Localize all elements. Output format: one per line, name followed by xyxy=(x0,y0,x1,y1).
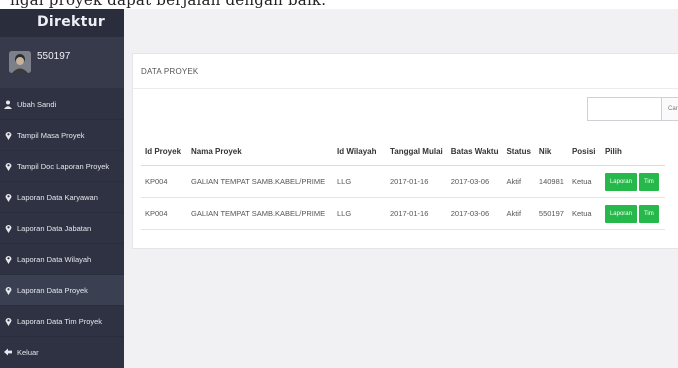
cell-nama-proyek: GALIAN TEMPAT SAMB.KABEL/PRIME xyxy=(187,165,333,198)
sidebar-brand: Direktur xyxy=(0,9,124,38)
back-arrow-icon xyxy=(4,347,12,357)
cell-id-wilayah: LLG xyxy=(333,165,386,198)
sidebar-item-label: Tampil Doc Laporan Proyek xyxy=(17,161,110,171)
sidebar-item-laporan-data-jabatan[interactable]: Laporan Data Jabatan xyxy=(0,213,124,244)
pin-icon xyxy=(4,192,12,202)
cell-tanggal-mulai: 2017-01-16 xyxy=(386,197,447,230)
sidebar-item-laporan-data-proyek[interactable]: Laporan Data Proyek xyxy=(0,275,124,306)
cell-nik: 550197 xyxy=(534,197,568,230)
cell-nama-proyek: GALIAN TEMPAT SAMB.KABEL/PRIME xyxy=(187,197,333,230)
search-button[interactable]: Cari xyxy=(662,97,678,121)
col-batas-waktu: Batas Waktu xyxy=(446,137,503,166)
col-nik: Nik xyxy=(534,137,568,166)
sidebar-item-label: Laporan Data Karyawan xyxy=(17,192,98,202)
sidebar: Direktur 550197 Ubah Sandi Tampil Masa P… xyxy=(0,9,124,368)
col-status: Status xyxy=(502,137,535,166)
avatar-icon xyxy=(9,51,31,73)
sidebar-item-laporan-data-karyawan[interactable]: Laporan Data Karyawan xyxy=(0,182,124,213)
cell-tanggal-mulai: 2017-01-16 xyxy=(386,165,447,198)
sidebar-item-laporan-data-wilayah[interactable]: Laporan Data Wilayah xyxy=(0,244,124,275)
pin-icon xyxy=(4,130,12,140)
user-panel: 550197 xyxy=(0,37,124,88)
sidebar-item-label: Laporan Data Proyek xyxy=(17,285,88,295)
cell-status: Aktif xyxy=(502,165,535,198)
pin-icon xyxy=(4,285,12,295)
sidebar-item-tampil-doc-laporan-proyek[interactable]: Tampil Doc Laporan Proyek xyxy=(0,151,124,182)
sidebar-menu: Ubah Sandi Tampil Masa Proyek Tampil Doc… xyxy=(0,89,124,367)
username: 550197 xyxy=(37,51,71,62)
pin-icon xyxy=(4,316,12,326)
cell-batas-waktu: 2017-03-06 xyxy=(446,165,503,198)
sidebar-item-ubah-sandi[interactable]: Ubah Sandi xyxy=(0,89,124,120)
col-id-wilayah: Id Wilayah xyxy=(333,137,386,166)
sidebar-item-label: Laporan Data Tim Proyek xyxy=(17,316,103,326)
pin-icon xyxy=(4,254,12,264)
cell-status: Aktif xyxy=(502,197,535,230)
user-icon xyxy=(4,99,12,109)
table-row: KP004 GALIAN TEMPAT SAMB.KABEL/PRIME LLG… xyxy=(141,197,665,230)
col-nama-proyek: Nama Proyek xyxy=(187,137,333,166)
pin-icon xyxy=(4,161,12,171)
col-pilih: Pilih xyxy=(600,137,665,166)
main-content: DATA PROYEK Cari Id Proyek Nama Proyek I… xyxy=(124,9,678,368)
sidebar-item-label: Laporan Data Jabatan xyxy=(17,223,92,233)
cell-batas-waktu: 2017-03-06 xyxy=(446,197,503,230)
tim-button[interactable]: Tim xyxy=(638,204,659,223)
sidebar-item-keluar[interactable]: Keluar xyxy=(0,337,124,367)
col-tanggal-mulai: Tanggal Mulai xyxy=(386,137,447,166)
laporan-button[interactable]: Laporan xyxy=(604,172,637,191)
col-id-proyek: Id Proyek xyxy=(141,137,187,166)
brand-title: Direktur xyxy=(37,14,106,30)
search-input[interactable] xyxy=(587,97,662,121)
cell-pilih: Laporan Tim xyxy=(600,165,665,198)
cell-pilih: Laporan Tim xyxy=(600,197,665,230)
sidebar-item-label: Keluar xyxy=(17,347,39,357)
top-navbar xyxy=(124,9,678,39)
cell-posisi: Ketua xyxy=(567,165,601,198)
caption-text: ngai proyek dapat berjalan dengan baik. xyxy=(10,0,327,9)
caption-strip: ngai proyek dapat berjalan dengan baik. xyxy=(0,0,678,9)
data-panel: DATA PROYEK Cari Id Proyek Nama Proyek I… xyxy=(132,53,678,249)
sidebar-item-laporan-data-tim-proyek[interactable]: Laporan Data Tim Proyek xyxy=(0,306,124,337)
tim-button[interactable]: Tim xyxy=(638,172,659,191)
sidebar-item-label: Ubah Sandi xyxy=(17,99,57,109)
sidebar-item-label: Laporan Data Wilayah xyxy=(17,254,92,264)
laporan-button[interactable]: Laporan xyxy=(604,204,637,223)
table-header-row: Id Proyek Nama Proyek Id Wilayah Tanggal… xyxy=(141,137,665,166)
cell-id-proyek: KP004 xyxy=(141,165,187,198)
project-table: Id Proyek Nama Proyek Id Wilayah Tanggal… xyxy=(141,137,665,230)
sidebar-item-tampil-masa-proyek[interactable]: Tampil Masa Proyek xyxy=(0,120,124,151)
table-row: KP004 GALIAN TEMPAT SAMB.KABEL/PRIME LLG… xyxy=(141,165,665,198)
avatar xyxy=(9,51,31,73)
pin-icon xyxy=(4,223,12,233)
cell-id-wilayah: LLG xyxy=(333,197,386,230)
cell-nik: 140981 xyxy=(534,165,568,198)
cell-id-proyek: KP004 xyxy=(141,197,187,230)
col-posisi: Posisi xyxy=(567,137,601,166)
sidebar-item-label: Tampil Masa Proyek xyxy=(17,130,85,140)
cell-posisi: Ketua xyxy=(567,197,601,230)
panel-title: DATA PROYEK xyxy=(133,54,678,89)
